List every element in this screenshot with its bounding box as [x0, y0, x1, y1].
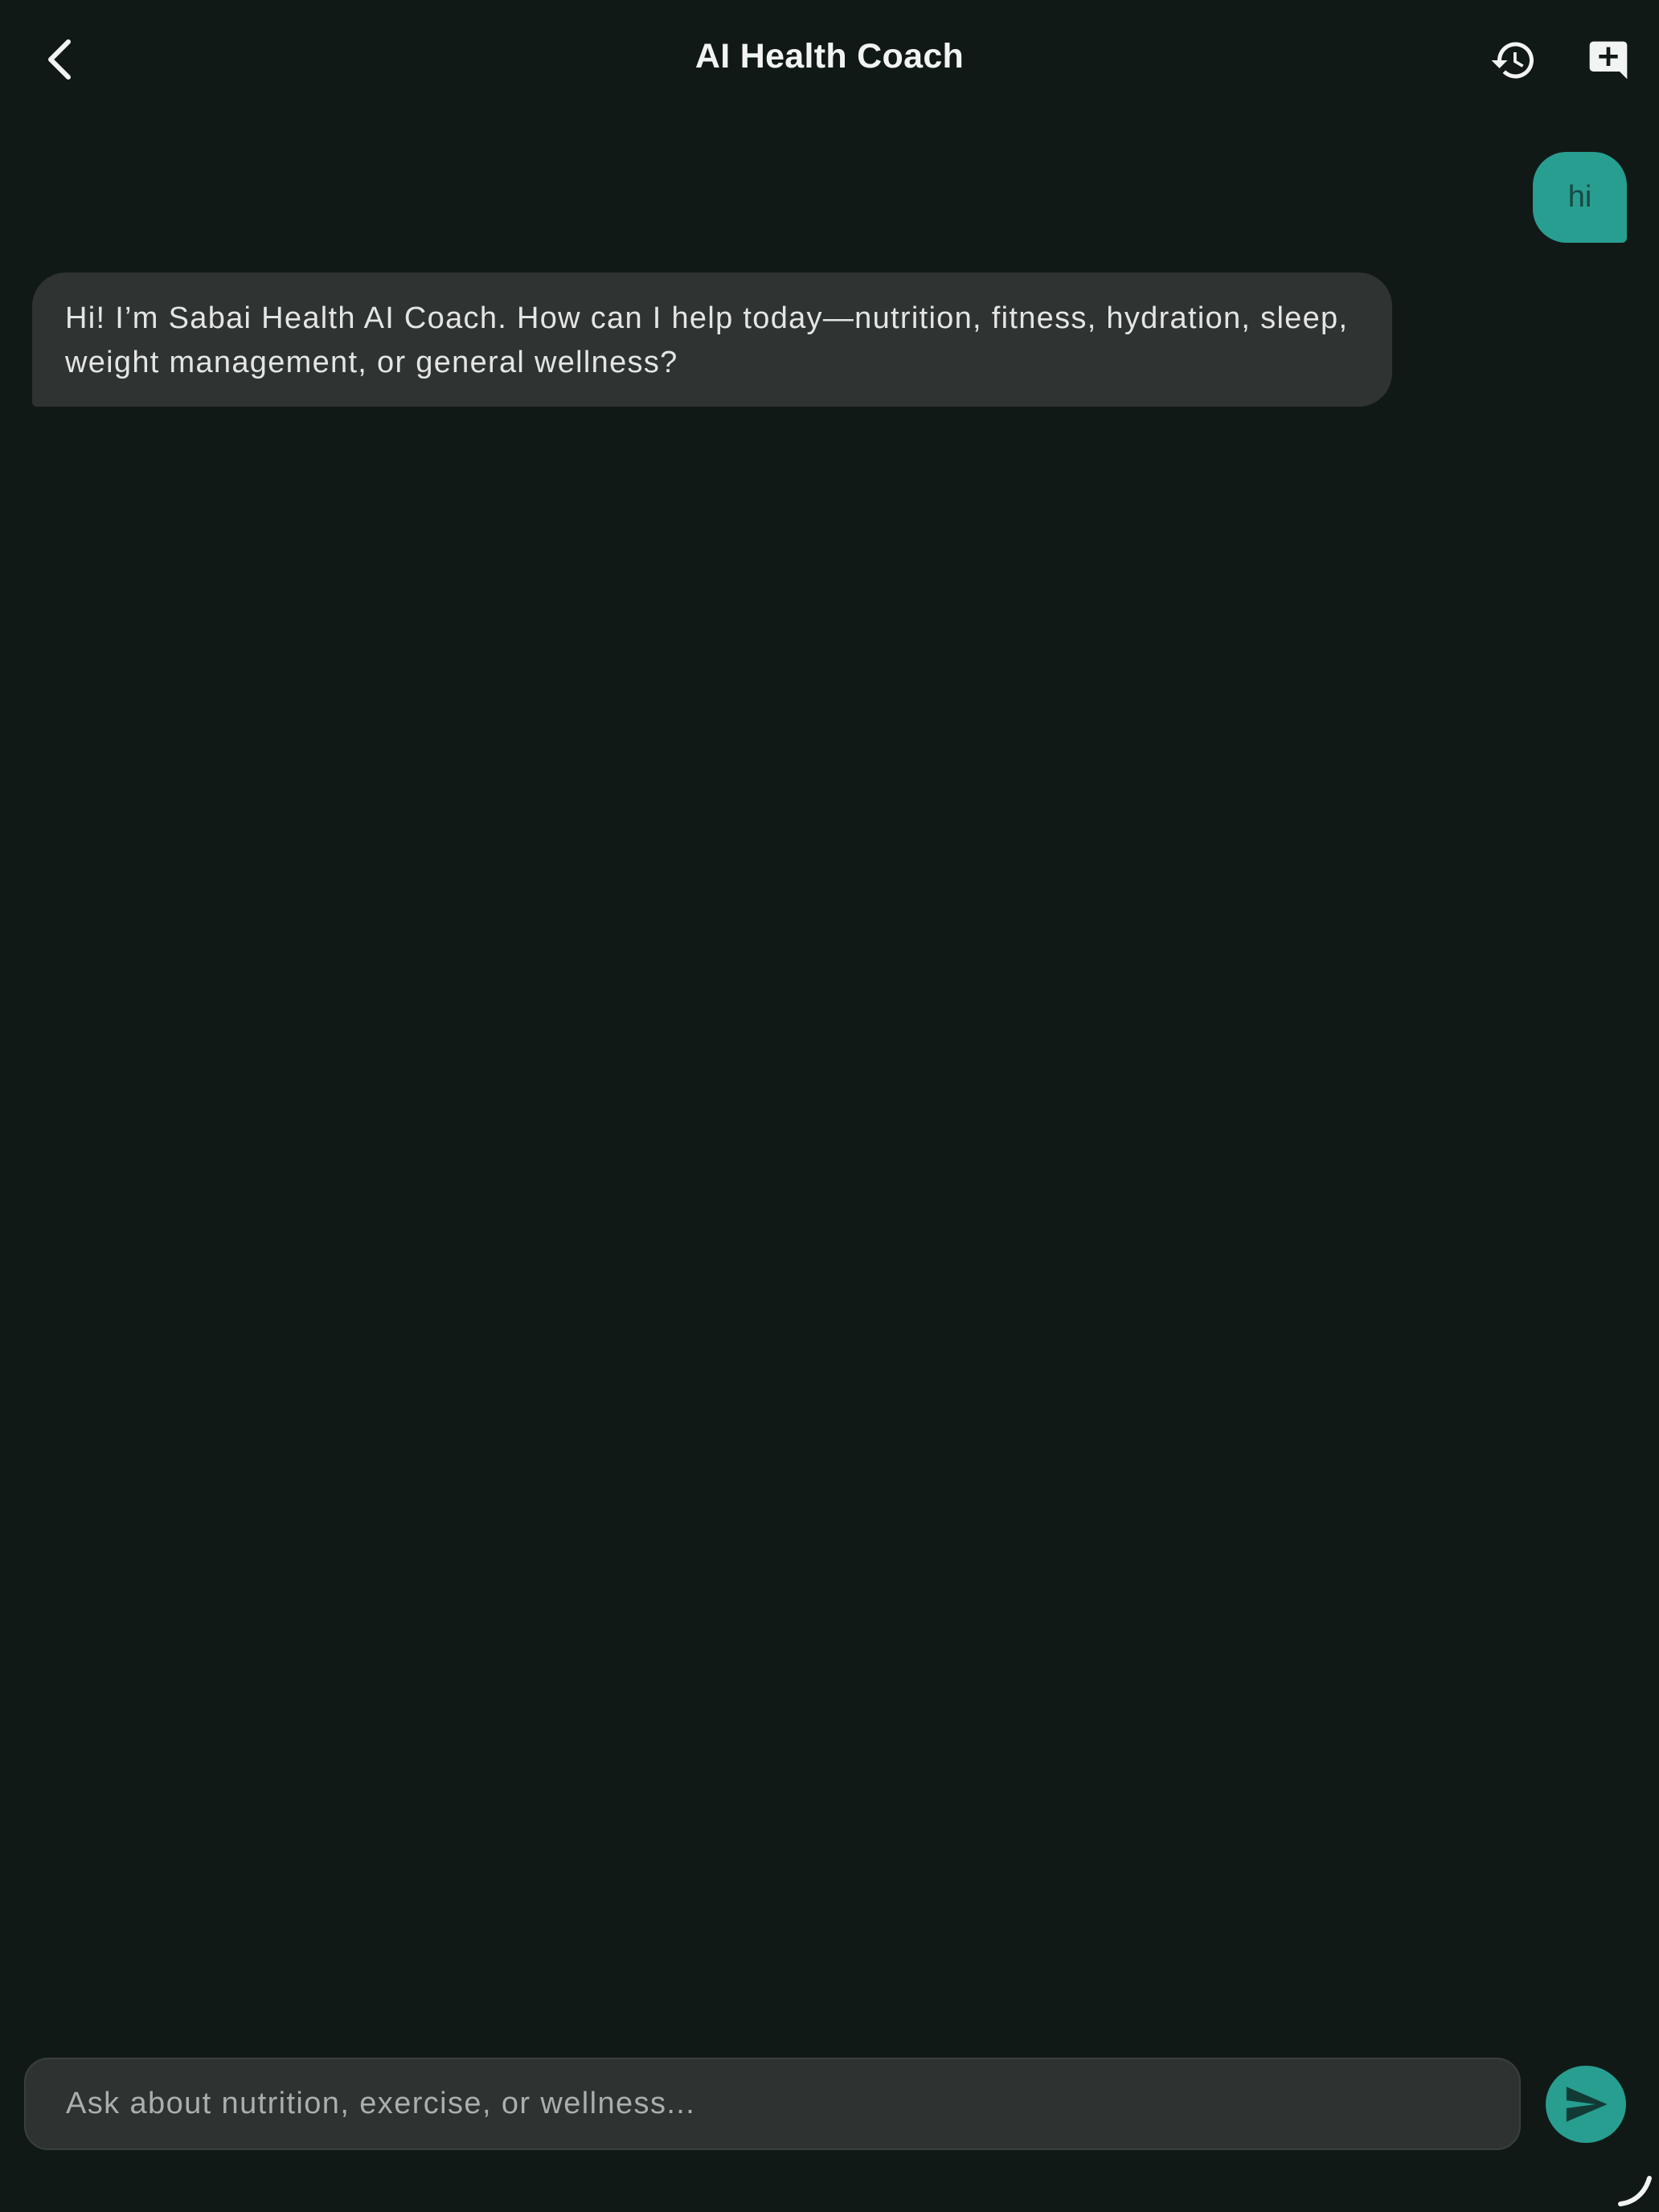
- message-input-container: [24, 2058, 1521, 2150]
- app-header: AI Health Coach: [0, 0, 1659, 121]
- composer-bar: [0, 2048, 1659, 2212]
- assistant-message: Hi! I’m Sabai Health AI Coach. How can I…: [32, 272, 1392, 407]
- page-title: AI Health Coach: [694, 37, 965, 76]
- new-chat-icon: [1589, 41, 1628, 80]
- send-button[interactable]: [1546, 2066, 1626, 2143]
- resize-handle-icon[interactable]: [1616, 2170, 1654, 2209]
- user-message: hi: [1533, 152, 1627, 243]
- message-list: hi Hi! I’m Sabai Health AI Coach. How ca…: [0, 121, 1659, 2050]
- new-chat-button[interactable]: [1580, 32, 1636, 88]
- send-icon: [1566, 2087, 1608, 2122]
- chat-screen: AI Health Coach hi Hi! I’m Sabai Health …: [0, 0, 1659, 2212]
- history-icon: [1491, 42, 1534, 79]
- history-button[interactable]: [1485, 32, 1542, 88]
- message-input[interactable]: [26, 2059, 1519, 2149]
